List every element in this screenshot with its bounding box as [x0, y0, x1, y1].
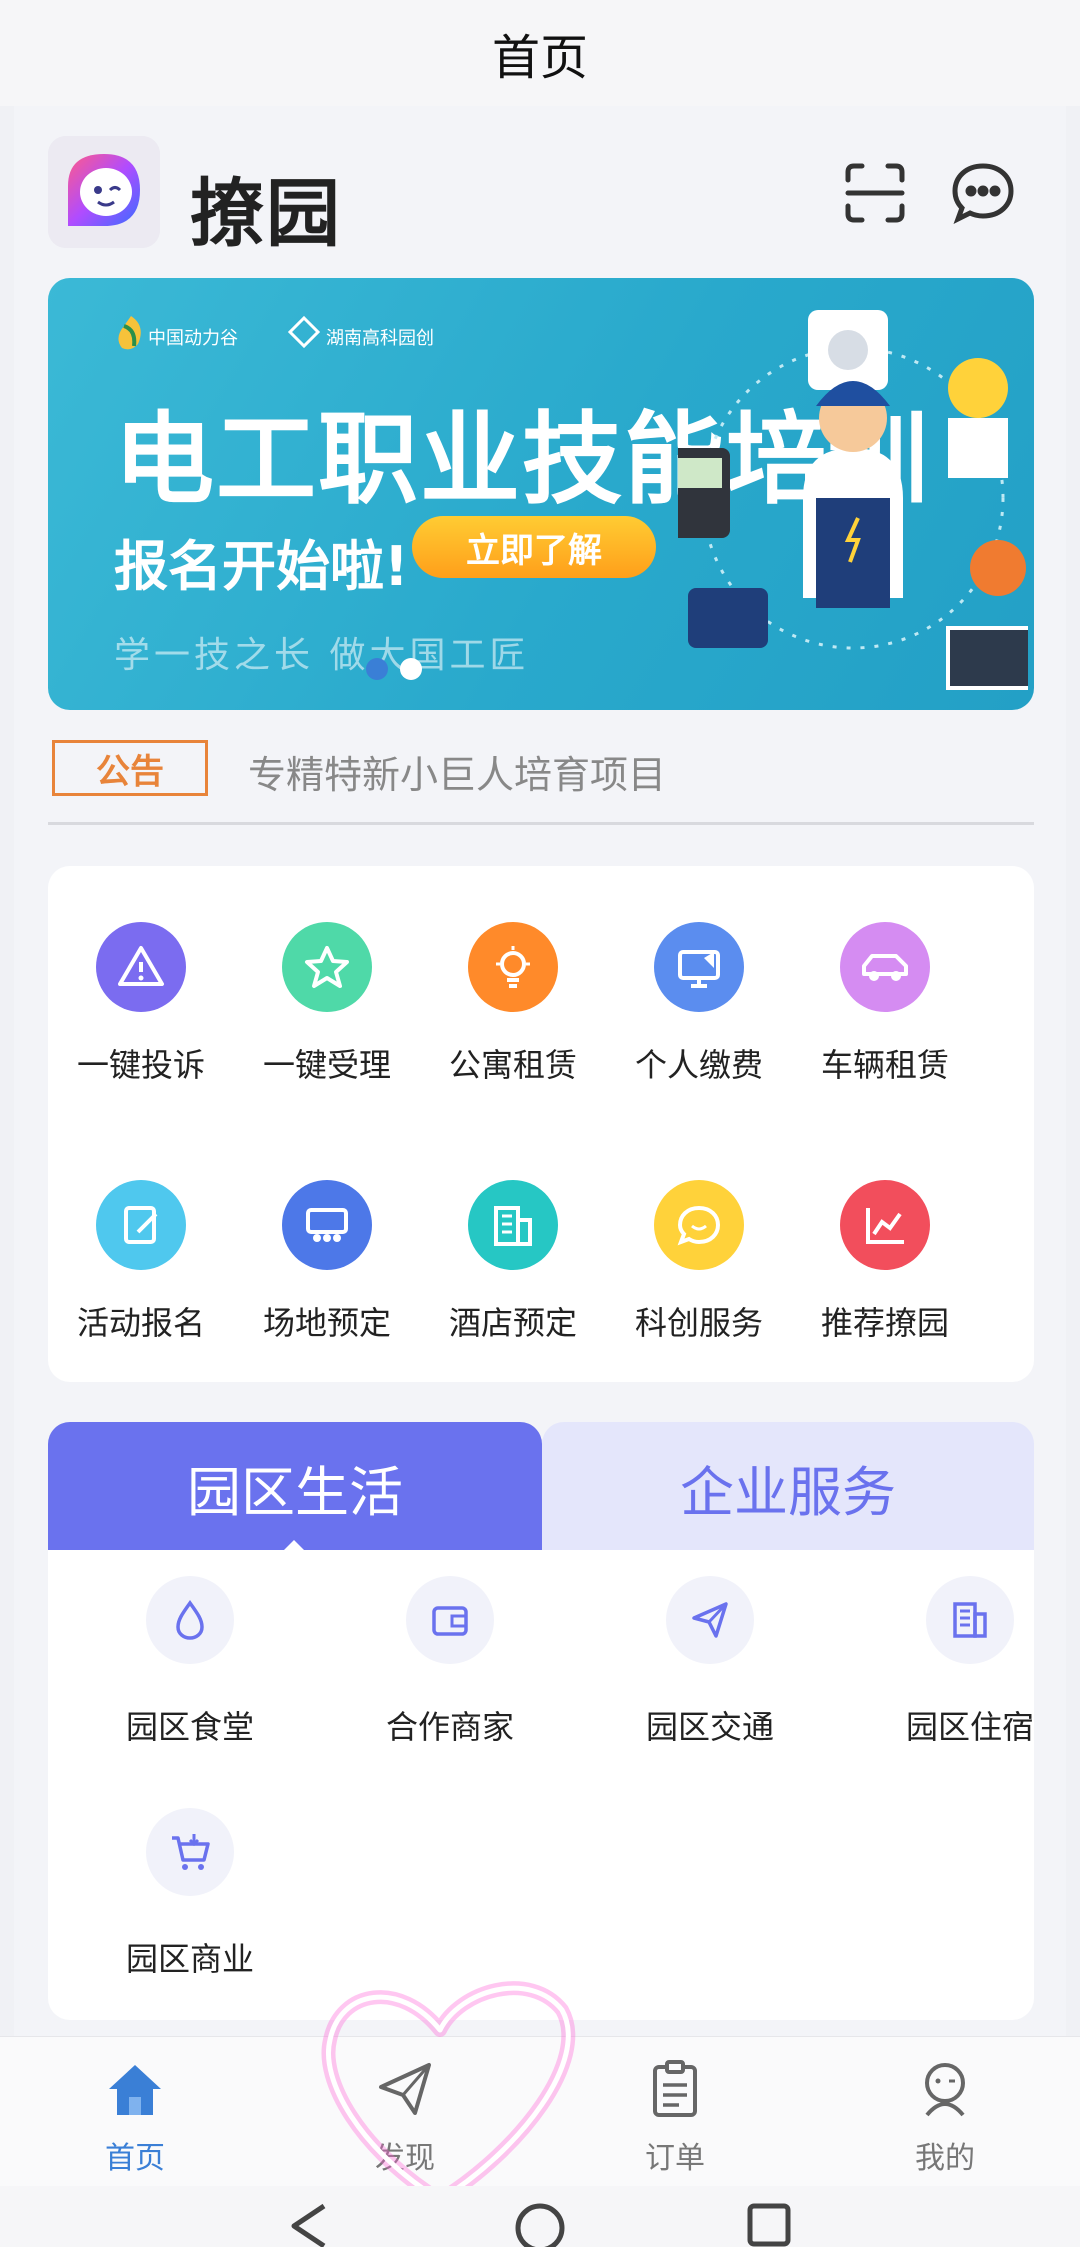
home-icon: [109, 2065, 161, 2115]
car-icon: [840, 922, 930, 1012]
service-commerce[interactable]: 园区商业: [90, 1808, 290, 1980]
system-nav-bar: [0, 2186, 1080, 2247]
lightbulb-icon: [468, 922, 558, 1012]
service-tabs: 园区生活 企业服务: [48, 1422, 1034, 1554]
banner-slogan: 学一技之长 做大国工匠: [114, 635, 530, 676]
nav-label: 我的: [915, 2141, 975, 2176]
wallet-icon: [406, 1576, 494, 1664]
building-icon: [926, 1576, 1014, 1664]
quick-item-recommend[interactable]: 推荐撩园: [792, 1180, 978, 1380]
star-icon: [282, 922, 372, 1012]
heart-doodle: [321, 1981, 576, 2207]
nav-orders[interactable]: 订单: [605, 2057, 745, 2177]
warning-icon: [96, 922, 186, 1012]
monitor-icon: [654, 922, 744, 1012]
user-icon: [925, 2063, 965, 2117]
notice-badge: 公告: [52, 740, 208, 796]
edit-icon: [96, 1180, 186, 1270]
clipboard-icon: [653, 2060, 697, 2117]
divider: [48, 822, 1034, 825]
service-label: 园区住宿: [905, 1708, 1034, 1746]
app-header: 撩园: [14, 136, 1066, 257]
home-page: 撩园 中国动力谷 湖南高科园创 电工职业技能培训 报名开始啦! 立即了解 学一技…: [14, 106, 1066, 2036]
quick-item-complaint[interactable]: 一键投诉: [48, 922, 234, 1122]
nav-mine[interactable]: 我的: [875, 2057, 1015, 2177]
nav-label: 订单: [645, 2141, 705, 2176]
service-label: 合作商家: [385, 1708, 514, 1746]
send-icon: [666, 1576, 754, 1664]
tab-park-life[interactable]: 园区生活: [48, 1422, 542, 1552]
quick-item-hotel[interactable]: 酒店预定: [420, 1180, 606, 1380]
chat-bubble-icon[interactable]: [948, 158, 1018, 228]
tab-enterprise-service[interactable]: 企业服务: [542, 1422, 1034, 1552]
quick-item-accept[interactable]: 一键受理: [234, 922, 420, 1122]
quick-item-label: 活动报名: [76, 1304, 205, 1342]
service-label: 园区商业: [125, 1940, 254, 1978]
quick-menu-card: 一键投诉 一键受理 公寓租赁 个人缴费 车辆租赁 活动报名 场地预定 酒店预定 …: [48, 866, 1034, 1382]
quick-item-label: 推荐撩园: [820, 1304, 949, 1342]
banner-dot-1[interactable]: [366, 658, 388, 680]
service-lodging[interactable]: 园区住宿: [870, 1576, 1070, 1748]
park-services-card: 园区食堂 合作商家 园区交通 园区住宿 园区商业: [48, 1550, 1034, 2020]
banner-subtitle: 报名开始啦!: [114, 535, 409, 598]
title-bar: 首页: [0, 0, 1080, 106]
home-circle-icon[interactable]: [512, 2200, 568, 2247]
quick-item-label: 科创服务: [634, 1304, 763, 1342]
quick-item-label: 一键受理: [262, 1046, 391, 1084]
banner-brand-left: 中国动力谷: [148, 328, 238, 349]
app-name: 撩园: [190, 171, 342, 257]
app-logo: [48, 136, 160, 248]
quick-item-label: 车辆租赁: [820, 1046, 949, 1084]
page-title: 首页: [491, 30, 588, 86]
back-icon[interactable]: [284, 2200, 334, 2247]
quick-item-label: 场地预定: [262, 1304, 391, 1342]
quick-item-venue[interactable]: 场地预定: [234, 1180, 420, 1380]
brand-logo-icon: [118, 316, 141, 350]
water-drop-icon: [146, 1576, 234, 1664]
service-merchants[interactable]: 合作商家: [350, 1576, 550, 1748]
quick-item-car-rental[interactable]: 车辆租赁: [792, 922, 978, 1122]
service-canteen[interactable]: 园区食堂: [90, 1576, 290, 1748]
quick-item-label: 公寓租赁: [448, 1046, 577, 1084]
service-label: 园区食堂: [125, 1708, 254, 1746]
notice-bar[interactable]: 公告 专精特新小巨人培育项目: [52, 734, 1038, 798]
quick-item-activity[interactable]: 活动报名: [48, 1180, 234, 1380]
service-traffic[interactable]: 园区交通: [610, 1576, 810, 1748]
electrician-illustration: [678, 310, 1028, 690]
service-label: 园区交通: [645, 1708, 774, 1746]
nav-home[interactable]: 首页: [65, 2057, 205, 2177]
notice-text[interactable]: 专精特新小巨人培育项目: [248, 744, 666, 799]
quick-item-payment[interactable]: 个人缴费: [606, 922, 792, 1122]
venue-icon: [282, 1180, 372, 1270]
banner-brand-right: 湖南高科园创: [326, 328, 434, 349]
banner-dot-2[interactable]: [400, 658, 422, 680]
quick-item-apartment[interactable]: 公寓租赁: [420, 922, 606, 1122]
building-icon: [468, 1180, 558, 1270]
scan-icon[interactable]: [840, 158, 910, 228]
trend-icon: [840, 1180, 930, 1270]
quick-item-label: 酒店预定: [448, 1304, 577, 1342]
banner-learn-more-button[interactable]: 立即了解: [412, 516, 656, 578]
quick-item-innovation[interactable]: 科创服务: [606, 1180, 792, 1380]
cart-icon: [146, 1808, 234, 1896]
chat-icon: [654, 1180, 744, 1270]
promo-banner[interactable]: 中国动力谷 湖南高科园创 电工职业技能培训 报名开始啦! 立即了解 学一技之长 …: [48, 278, 1034, 710]
quick-item-label: 个人缴费: [634, 1046, 763, 1084]
brand-diamond-icon: [288, 316, 320, 348]
nav-label: 首页: [105, 2141, 165, 2176]
recents-icon[interactable]: [744, 2200, 794, 2247]
quick-item-label: 一键投诉: [76, 1046, 205, 1084]
